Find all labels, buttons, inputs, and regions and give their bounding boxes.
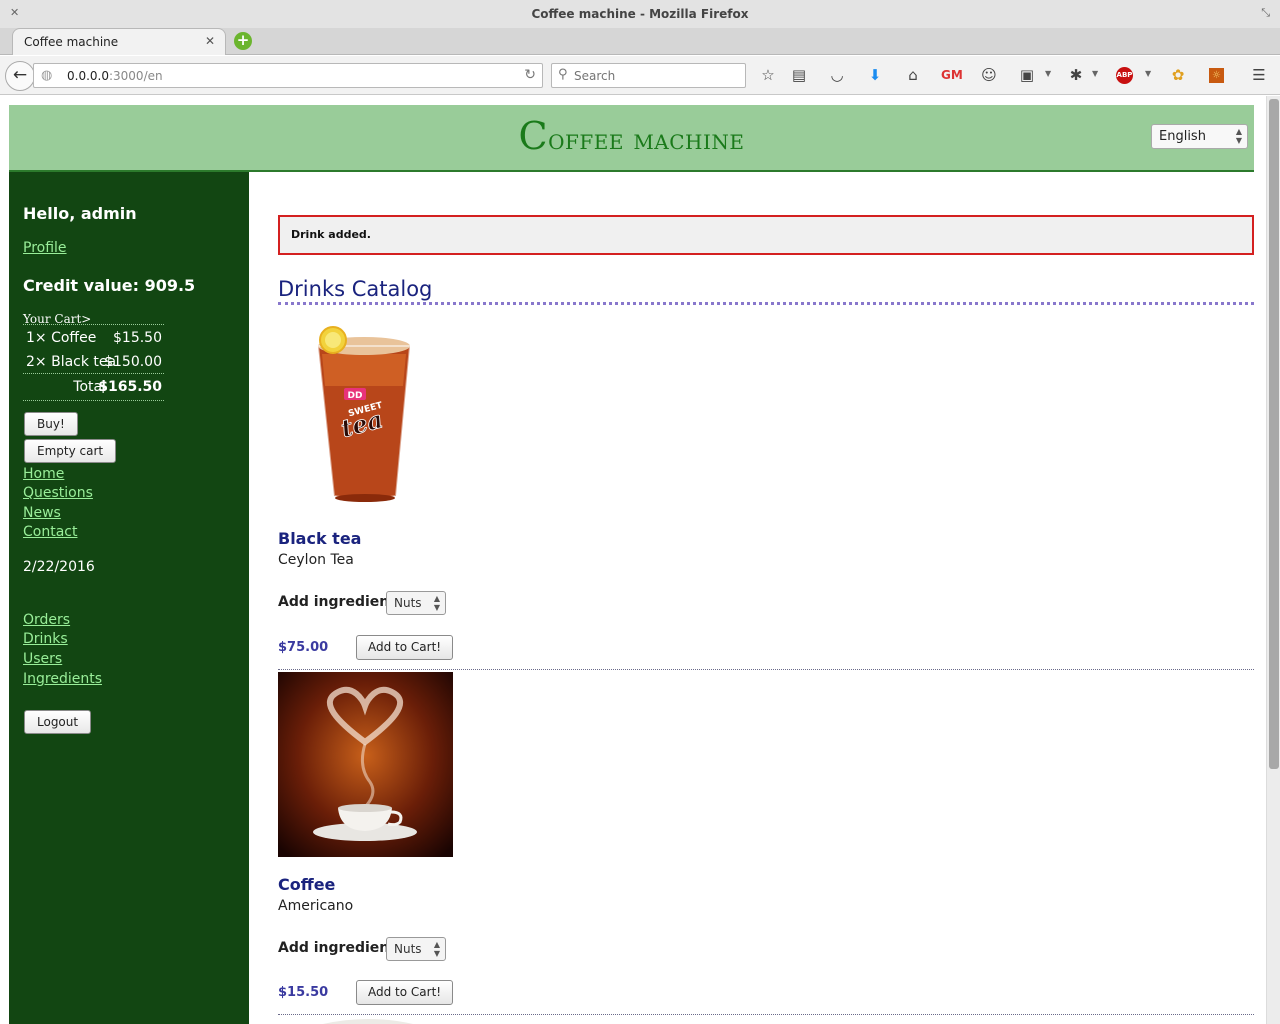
cart-item-price: $15.50 — [113, 330, 162, 346]
window-restore-icon[interactable]: ⤡ — [1261, 6, 1270, 20]
logout-button[interactable]: Logout — [24, 710, 92, 734]
site-header: Coffee machine English ▲ ▼ — [9, 105, 1254, 172]
admin-users-link[interactable]: Users — [23, 651, 62, 667]
search-bar[interactable]: ⚲ — [551, 63, 746, 88]
url-path: :3000/en — [108, 69, 163, 83]
select-arrows-icon: ▲ ▼ — [433, 594, 440, 612]
ingredient-value: Nuts — [394, 596, 422, 610]
empty-cart-button[interactable]: Empty cart — [24, 439, 117, 463]
ingredient-value: Nuts — [394, 942, 422, 956]
select-arrows-icon: ▲ ▼ — [1235, 127, 1242, 145]
flash-message: Drink added. — [278, 215, 1254, 255]
next-drink-image-partial — [323, 1019, 413, 1024]
cart-total-value: $165.50 — [98, 379, 162, 395]
site-title: Coffee machine — [9, 114, 1254, 158]
cart-item-name: 1× Coffee — [26, 330, 97, 346]
language-select[interactable]: English ▲ ▼ — [1151, 124, 1248, 149]
site-title-initial: C — [518, 114, 549, 158]
new-tab-icon[interactable]: + — [234, 32, 252, 50]
drink-divider — [278, 1014, 1254, 1015]
url-text[interactable]: 0.0.0.0:3000/en — [67, 69, 163, 83]
reading-list-icon[interactable]: ▤ — [789, 65, 809, 85]
navigation-toolbar: ← ◍ 0.0.0.0:3000/en ↻ ⚲ ☆ ▤ ◡ ⬇ ⌂ GM ☺ ▣… — [0, 56, 1280, 95]
black-tea-image[interactable]: DD SWEET tea — [278, 326, 453, 511]
nav-questions-link[interactable]: Questions — [23, 485, 93, 501]
window-titlebar: ✕ Coffee machine - Mozilla Firefox ⤡ — [0, 0, 1280, 28]
ingredient-label: Add ingredient — [278, 594, 396, 610]
url-host: 0.0.0.0 — [67, 69, 109, 83]
tab-coffee-machine[interactable]: Coffee machine ✕ — [12, 28, 226, 55]
cart-row: 1× Coffee $15.50 — [23, 325, 164, 349]
admin-drinks-link[interactable]: Drinks — [23, 631, 68, 647]
cart-table: 1× Coffee $15.50 2× Black tea $150.00 To… — [23, 324, 164, 401]
cart-item-name: 2× Black tea — [26, 354, 117, 370]
greeting: Hello, admin — [23, 204, 137, 223]
page-scrollbar[interactable] — [1266, 96, 1280, 1024]
home-icon[interactable]: ⌂ — [903, 65, 923, 85]
ingredient-select[interactable]: Nuts ▲ ▼ — [386, 937, 446, 961]
drink-divider — [278, 669, 1254, 670]
admin-ingredients-link[interactable]: Ingredients — [23, 671, 102, 687]
main-content: Drink added. Drinks Catalog DD SWEET tea… — [278, 172, 1254, 1024]
cart-total: Total $165.50 — [23, 373, 164, 401]
adblock-dropdown-icon[interactable]: ▼ — [1145, 69, 1151, 78]
profile-link[interactable]: Profile — [23, 240, 67, 256]
adblock-plus-icon[interactable]: ABP — [1116, 67, 1133, 84]
ingredient-select[interactable]: Nuts ▲ ▼ — [386, 591, 446, 615]
search-icon: ⚲ — [558, 67, 568, 82]
download-arrow-icon[interactable]: ⬇ — [865, 65, 885, 85]
nav-contact-link[interactable]: Contact — [23, 524, 77, 540]
bookmark-star-icon[interactable]: ☆ — [758, 65, 778, 85]
extension-dropdown-icon[interactable]: ▼ — [1092, 69, 1098, 78]
drink-description: Ceylon Tea — [278, 552, 354, 568]
language-value: English — [1159, 129, 1206, 144]
chat-bubble-icon[interactable]: ☺ — [979, 65, 999, 85]
flash-text: Drink added. — [291, 228, 371, 241]
drink-description: Americano — [278, 898, 354, 914]
drink-price: $75.00 — [278, 640, 329, 655]
ingredient-label: Add ingredient — [278, 940, 396, 956]
catalog-title: Drinks Catalog — [278, 277, 433, 301]
screenshot-dropdown-icon[interactable]: ▼ — [1045, 69, 1051, 78]
cart-row: 2× Black tea $150.00 — [23, 349, 164, 373]
sidebar: Hello, admin Profile Credit value: 909.5… — [9, 172, 249, 1024]
drink-price: $15.50 — [278, 985, 329, 1000]
nav-news-link[interactable]: News — [23, 505, 61, 521]
buy-button[interactable]: Buy! — [24, 412, 78, 436]
tab-strip: Coffee machine ✕ + — [0, 28, 1280, 55]
url-bar[interactable]: ◍ 0.0.0.0:3000/en ↻ — [33, 63, 543, 88]
search-input[interactable] — [574, 67, 739, 85]
site-title-rest: offee machine — [548, 123, 745, 156]
orange-extension-icon[interactable]: ☼ — [1209, 68, 1224, 83]
pocket-icon[interactable]: ◡ — [827, 65, 847, 85]
svg-text:DD: DD — [348, 391, 363, 401]
tab-label: Coffee machine — [24, 35, 119, 49]
scrollbar-thumb[interactable] — [1269, 99, 1279, 769]
globe-icon: ◍ — [41, 68, 53, 83]
select-arrows-icon: ▲ ▼ — [433, 940, 440, 958]
greasemonkey-icon[interactable]: GM — [941, 65, 963, 85]
nav-home-link[interactable]: Home — [23, 466, 64, 482]
credit-value: Credit value: 909.5 — [23, 276, 196, 295]
flower-extension-icon[interactable]: ✿ — [1168, 65, 1188, 85]
screenshot-icon[interactable]: ▣ — [1017, 65, 1037, 85]
add-to-cart-button[interactable]: Add to Cart! — [356, 635, 454, 660]
coffee-image[interactable] — [278, 672, 453, 857]
extension-bug-icon[interactable]: ✱ — [1066, 65, 1086, 85]
cart-item-price: $150.00 — [104, 354, 162, 370]
catalog-title-rule — [278, 302, 1254, 305]
window-title: Coffee machine - Mozilla Firefox — [531, 7, 749, 21]
reload-icon[interactable]: ↻ — [524, 67, 536, 83]
drink-name: Coffee — [278, 875, 336, 894]
current-date: 2/22/2016 — [23, 559, 95, 575]
admin-orders-link[interactable]: Orders — [23, 612, 70, 628]
hamburger-menu-icon[interactable]: ☰ — [1249, 65, 1269, 85]
drink-name: Black tea — [278, 529, 362, 548]
tab-close-icon[interactable]: ✕ — [205, 34, 215, 48]
web-page: Coffee machine English ▲ ▼ Hello, admin P… — [0, 96, 1266, 1024]
back-arrow-icon[interactable]: ← — [5, 61, 35, 91]
add-to-cart-button[interactable]: Add to Cart! — [356, 980, 454, 1005]
